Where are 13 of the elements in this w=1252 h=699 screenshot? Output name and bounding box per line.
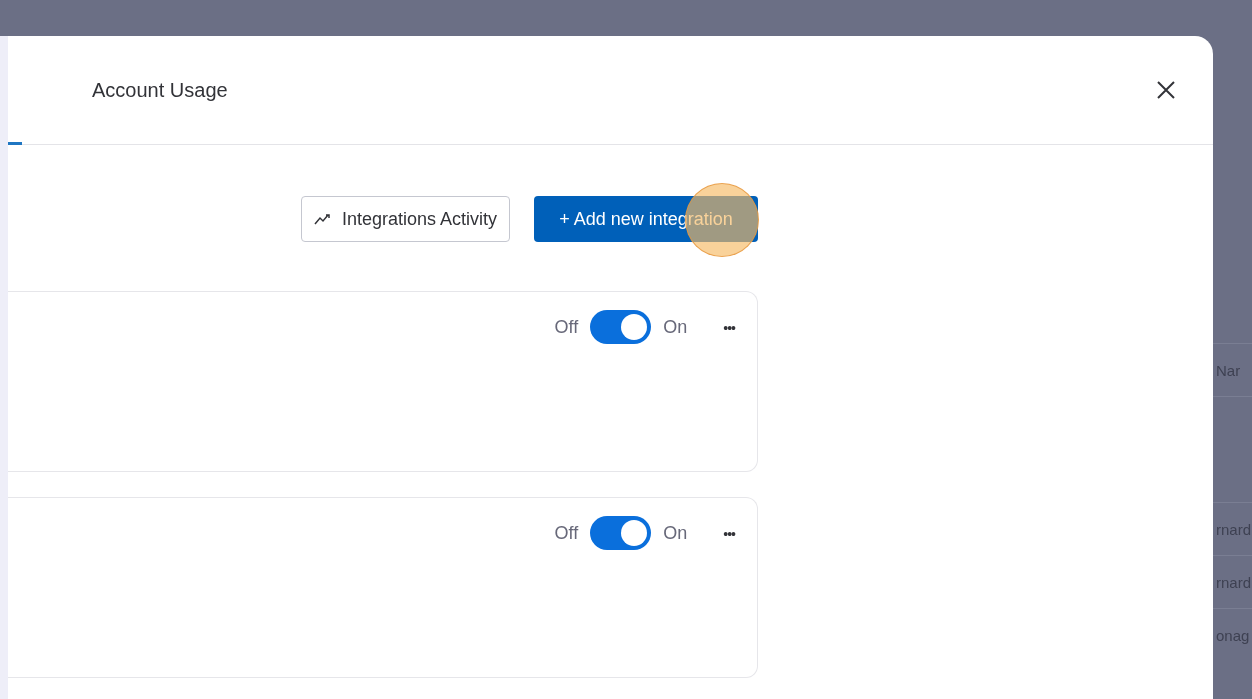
- tab-indicator: [8, 142, 22, 145]
- more-menu-button[interactable]: •••: [717, 310, 741, 346]
- tab[interactable]: Account Usage: [92, 74, 228, 106]
- off-label: Off: [554, 522, 579, 545]
- toggle-switch[interactable]: [590, 516, 652, 550]
- more-menu-button[interactable]: •••: [717, 516, 741, 552]
- on-label: On: [663, 522, 688, 545]
- off-label: Off: [554, 316, 579, 339]
- activity-line-icon: [313, 213, 332, 225]
- toggle-switch[interactable]: [590, 310, 652, 344]
- close-icon[interactable]: [1155, 79, 1177, 101]
- integrations-activity-button[interactable]: Integrations Activity: [300, 196, 510, 242]
- on-label: On: [663, 316, 688, 339]
